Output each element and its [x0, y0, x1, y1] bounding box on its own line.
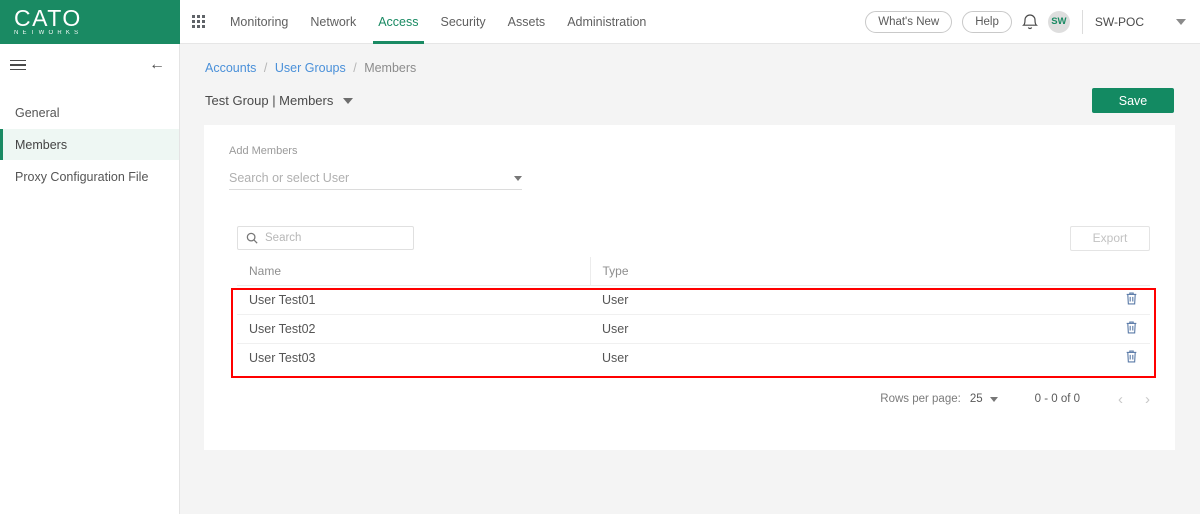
- top-bar: CATO NETWORKS Monitoring Network Access …: [0, 0, 1200, 44]
- chevron-left-icon[interactable]: ‹: [1118, 392, 1123, 407]
- cell-name: User Test02: [237, 314, 590, 344]
- breadcrumb-user-groups[interactable]: User Groups: [275, 61, 346, 75]
- page-title-text: Test Group | Members: [205, 93, 334, 108]
- content-card: Add Members Search or select User Export: [204, 125, 1175, 450]
- rows-per-page-value: 25: [969, 393, 983, 405]
- app-grid-icon[interactable]: [192, 15, 205, 28]
- chevron-down-icon: [989, 396, 998, 402]
- pagination-range: 0 - 0 of 0: [1034, 393, 1080, 405]
- column-header-name[interactable]: Name: [237, 257, 590, 286]
- main-content: Accounts / User Groups / Members Test Gr…: [180, 44, 1200, 514]
- breadcrumb-separator: /: [263, 61, 268, 75]
- table-row[interactable]: User Test02 User: [237, 314, 1150, 344]
- chevron-down-icon[interactable]: [514, 175, 522, 181]
- nav-item-monitoring[interactable]: Monitoring: [219, 0, 299, 44]
- hamburger-menu-icon[interactable]: [10, 59, 26, 71]
- sidebar-item-label: Members: [15, 137, 68, 152]
- save-button[interactable]: Save: [1092, 88, 1174, 113]
- nav-item-access[interactable]: Access: [367, 0, 429, 44]
- export-button[interactable]: Export: [1070, 225, 1150, 251]
- notification-bell-icon[interactable]: [1021, 13, 1038, 31]
- logo-text-sub: NETWORKS: [14, 29, 83, 36]
- chevron-down-icon[interactable]: [343, 97, 354, 104]
- back-arrow-icon[interactable]: ←: [149, 57, 165, 73]
- cato-logo[interactable]: CATO NETWORKS: [0, 0, 180, 44]
- cell-actions: [1100, 285, 1150, 315]
- cell-actions: [1100, 343, 1150, 372]
- trash-icon[interactable]: [1125, 320, 1138, 335]
- sidebar: ← General Members Proxy Configuration Fi…: [0, 44, 180, 514]
- search-box[interactable]: [237, 226, 414, 250]
- table-row[interactable]: User Test03 User: [237, 343, 1150, 372]
- user-avatar[interactable]: SW: [1047, 10, 1070, 33]
- nav-item-assets[interactable]: Assets: [497, 0, 557, 44]
- rows-per-page-label: Rows per page:: [880, 393, 961, 405]
- sidebar-item-label: General: [15, 105, 60, 120]
- sidebar-item-members[interactable]: Members: [0, 129, 179, 160]
- table-toolbar: Export: [237, 219, 1150, 257]
- page-header: Test Group | Members Save: [180, 75, 1200, 113]
- table-row[interactable]: User Test01 User: [237, 285, 1150, 315]
- sidebar-item-label: Proxy Configuration File: [15, 169, 149, 184]
- breadcrumb-separator: /: [353, 61, 357, 75]
- column-header-actions: [1100, 257, 1150, 286]
- page-root: CATO NETWORKS Monitoring Network Access …: [0, 0, 1200, 514]
- cell-type: User: [590, 314, 1100, 344]
- whats-new-button[interactable]: What's New: [865, 10, 953, 33]
- chevron-right-icon[interactable]: ›: [1145, 392, 1150, 407]
- cell-type: User: [590, 285, 1100, 315]
- sidebar-header: ←: [0, 44, 179, 86]
- breadcrumb-current: Members: [364, 61, 417, 75]
- trash-icon[interactable]: [1125, 349, 1138, 364]
- cell-type: User: [602, 350, 629, 365]
- pagination: Rows per page: 25 0 - 0 of 0 ‹ ›: [237, 372, 1150, 412]
- breadcrumb: Accounts / User Groups / Members: [180, 44, 1200, 75]
- top-bar-actions: What's New Help SW SW-POC: [865, 9, 1200, 34]
- members-table-section: Export Name Type User Test01: [237, 219, 1150, 412]
- cell-actions: [1100, 314, 1150, 344]
- cell-name: User Test01: [237, 285, 590, 315]
- search-input[interactable]: [265, 232, 395, 244]
- nav-item-network[interactable]: Network: [299, 0, 367, 44]
- user-select-placeholder: Search or select User: [229, 171, 350, 185]
- cell-name: User Test03: [249, 350, 316, 365]
- sidebar-item-general[interactable]: General: [0, 97, 179, 128]
- user-select-input[interactable]: Search or select User: [229, 167, 522, 190]
- nav-item-administration[interactable]: Administration: [556, 0, 657, 44]
- breadcrumb-accounts[interactable]: Accounts: [205, 61, 256, 75]
- main-navigation: Monitoring Network Access Security Asset…: [180, 0, 1200, 44]
- help-button[interactable]: Help: [962, 10, 1012, 33]
- page-title: Test Group | Members: [205, 93, 354, 108]
- trash-icon[interactable]: [1125, 291, 1138, 306]
- chevron-down-icon[interactable]: [1176, 18, 1186, 25]
- search-icon: [246, 232, 258, 244]
- account-name[interactable]: SW-POC: [1095, 15, 1144, 29]
- table-header-row: Name Type: [237, 257, 1150, 286]
- nav-item-security[interactable]: Security: [430, 0, 497, 44]
- logo-text-main: CATO: [14, 4, 82, 31]
- add-members-label: Add Members: [229, 145, 298, 157]
- divider: [1081, 9, 1083, 34]
- column-header-type[interactable]: Type: [589, 257, 1100, 286]
- rows-per-page-select[interactable]: 25: [970, 393, 998, 405]
- sidebar-item-proxy-configuration-file[interactable]: Proxy Configuration File: [0, 161, 179, 192]
- members-table: Name Type User Test01 User User Test02 U…: [237, 257, 1150, 372]
